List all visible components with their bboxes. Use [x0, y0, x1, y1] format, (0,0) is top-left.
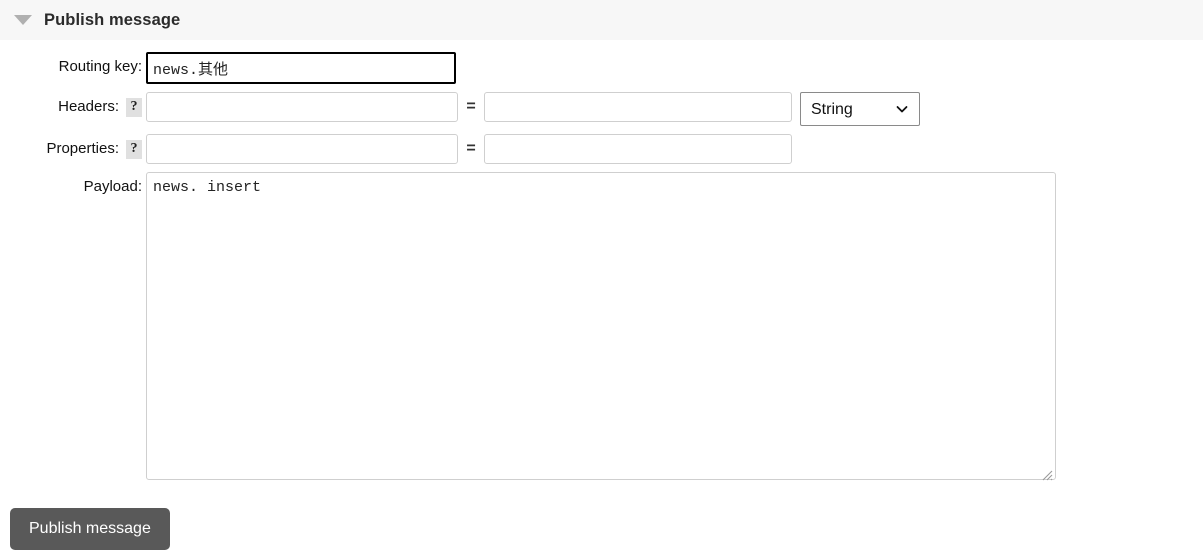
- payload-label: Payload:: [0, 172, 146, 202]
- payload-row: Payload: news. insert: [0, 172, 1203, 484]
- headers-label: Headers: ?: [0, 92, 146, 122]
- routing-key-row: Routing key:: [0, 52, 1203, 84]
- properties-row: Properties: ? =: [0, 134, 1203, 164]
- headers-help-icon[interactable]: ?: [126, 97, 142, 117]
- property-value-input[interactable]: [484, 134, 792, 164]
- payload-textarea[interactable]: news. insert: [146, 172, 1056, 480]
- headers-row: Headers: ? = String: [0, 92, 1203, 126]
- header-type-select[interactable]: String: [800, 92, 920, 126]
- routing-key-label: Routing key:: [0, 52, 146, 82]
- properties-help-icon[interactable]: ?: [126, 139, 142, 159]
- payload-wrapper: news. insert: [146, 172, 1056, 484]
- publish-message-form: Routing key: Headers: ? = String Propert…: [0, 40, 1203, 484]
- properties-label-text: Properties:: [46, 140, 119, 157]
- header-name-input[interactable]: [146, 92, 458, 122]
- header-type-select-wrapper: String: [800, 92, 920, 126]
- publish-message-section-header[interactable]: Publish message: [0, 0, 1203, 40]
- headers-equals-sign: =: [466, 98, 476, 115]
- page-title: Publish message: [44, 10, 181, 29]
- routing-key-label-text: Routing key:: [58, 58, 142, 75]
- payload-label-text: Payload:: [83, 178, 142, 195]
- triangle-down-icon[interactable]: [14, 15, 32, 25]
- routing-key-input[interactable]: [146, 52, 456, 84]
- submit-area: Publish message: [0, 492, 1203, 550]
- properties-equals-sign: =: [466, 140, 476, 157]
- properties-label: Properties: ?: [0, 134, 146, 164]
- publish-message-button[interactable]: Publish message: [10, 508, 170, 550]
- headers-label-text: Headers:: [58, 98, 119, 115]
- header-value-input[interactable]: [484, 92, 792, 122]
- property-name-input[interactable]: [146, 134, 458, 164]
